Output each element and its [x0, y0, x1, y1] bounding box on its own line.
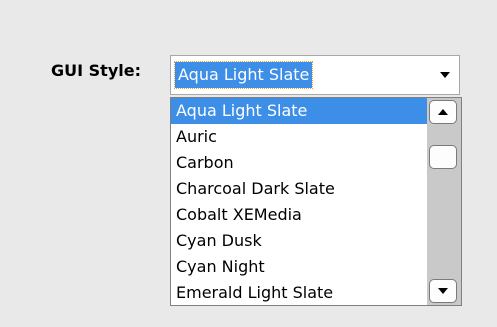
gui-style-dropdown-list[interactable]: Aqua Light Slate Auric Carbon Charcoal D…	[170, 97, 462, 306]
gui-style-combobox[interactable]: Aqua Light Slate	[170, 55, 460, 95]
dropdown-arrow-icon[interactable]	[437, 67, 453, 83]
gui-style-selected-value: Aqua Light Slate	[173, 61, 314, 89]
option-charcoal-dark-slate[interactable]: Charcoal Dark Slate	[171, 176, 427, 202]
option-cyan-dusk[interactable]: Cyan Dusk	[171, 228, 427, 254]
option-aqua-light-slate[interactable]: Aqua Light Slate	[171, 98, 427, 124]
vertical-scrollbar[interactable]	[427, 98, 461, 305]
gui-style-label: GUI Style:	[51, 61, 141, 80]
scroll-down-button[interactable]	[429, 279, 457, 303]
option-auric[interactable]: Auric	[171, 124, 427, 150]
option-carbon[interactable]: Carbon	[171, 150, 427, 176]
option-cyan-night[interactable]: Cyan Night	[171, 254, 427, 280]
triangle-up-icon	[438, 109, 448, 115]
triangle-down-icon	[438, 288, 448, 294]
scrollbar-thumb[interactable]	[429, 145, 457, 169]
settings-panel: GUI Style: Aqua Light Slate Aqua Light S…	[0, 0, 497, 327]
option-emerald-light-slate[interactable]: Emerald Light Slate	[171, 280, 427, 305]
option-list: Aqua Light Slate Auric Carbon Charcoal D…	[171, 98, 427, 305]
scroll-up-button[interactable]	[429, 100, 457, 124]
option-cobalt-xemedia[interactable]: Cobalt XEMedia	[171, 202, 427, 228]
